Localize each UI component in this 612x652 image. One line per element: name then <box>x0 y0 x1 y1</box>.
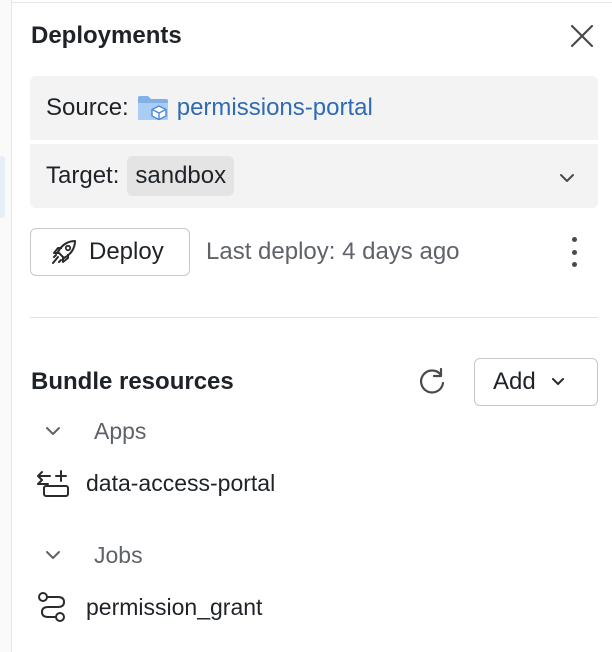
job-icon <box>36 591 72 623</box>
chevron-down-icon <box>550 374 566 390</box>
deployments-panel: Deployments Source: permissions-portal T… <box>30 0 600 652</box>
left-active-marker <box>0 156 5 218</box>
deploy-button-label: Deploy <box>89 238 164 265</box>
group-label: Apps <box>94 417 147 444</box>
refresh-icon <box>420 367 445 394</box>
section-divider <box>30 317 598 318</box>
last-deploy-status: Last deploy: 4 days ago <box>206 238 460 265</box>
source-label: Source: <box>46 94 129 121</box>
add-resource-button[interactable]: Add <box>474 358 598 406</box>
app-icon <box>36 468 72 498</box>
group-header-apps[interactable]: Apps <box>44 415 146 447</box>
more-options-button[interactable] <box>566 234 582 270</box>
resource-item-job[interactable]: permission_grant <box>36 589 262 625</box>
chevron-down-icon <box>44 546 64 564</box>
group-header-jobs[interactable]: Jobs <box>44 539 143 571</box>
target-value-chip: sandbox <box>127 156 235 196</box>
kebab-dot <box>571 249 577 255</box>
chevron-down-icon <box>44 422 64 440</box>
close-button[interactable] <box>566 20 598 52</box>
chevron-down-icon <box>558 166 576 194</box>
resource-item-app[interactable]: data-access-portal <box>36 465 275 501</box>
add-button-label: Add <box>493 368 536 395</box>
source-row: Source: permissions-portal <box>30 76 598 140</box>
left-edge-pane <box>0 0 12 652</box>
target-label: Target: <box>46 162 120 189</box>
folder-bundle-icon <box>137 94 171 122</box>
refresh-button[interactable] <box>416 366 448 398</box>
bundle-resources-title: Bundle resources <box>31 368 234 395</box>
target-select[interactable]: Target: sandbox <box>30 144 598 208</box>
deploy-button[interactable]: Deploy <box>30 228 190 276</box>
panel-title: Deployments <box>31 22 182 49</box>
close-icon <box>570 24 594 48</box>
resource-label: permission_grant <box>86 593 263 620</box>
source-link[interactable]: permissions-portal <box>177 94 373 122</box>
rocket-icon <box>52 240 76 264</box>
kebab-dot <box>571 262 577 267</box>
resource-label: data-access-portal <box>86 469 276 496</box>
kebab-dot <box>571 237 577 242</box>
group-label: Jobs <box>94 541 143 568</box>
